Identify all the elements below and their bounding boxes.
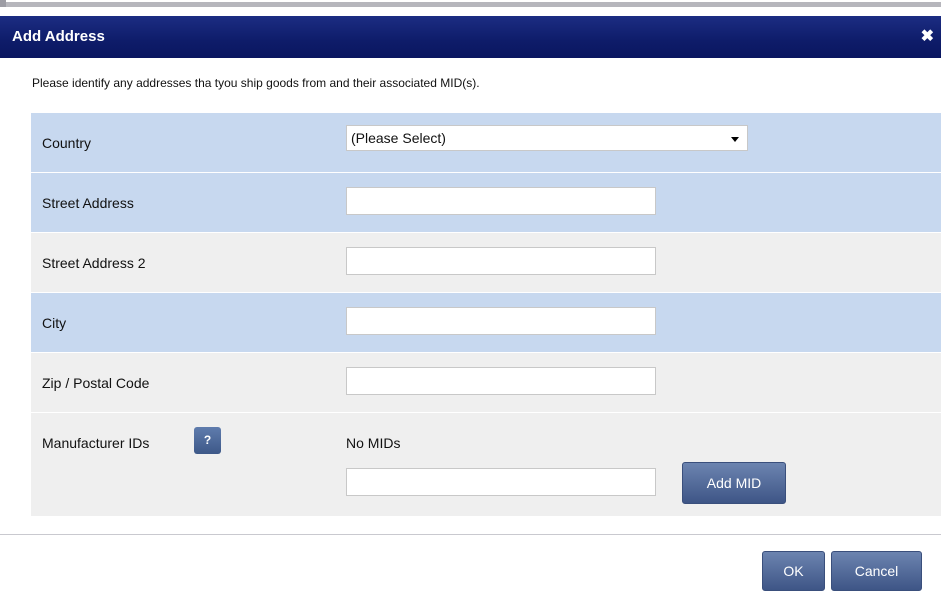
intro-text: Please identify any addresses tha tyou s… — [32, 76, 480, 90]
zip-row: Zip / Postal Code — [31, 353, 941, 413]
cancel-button[interactable]: Cancel — [831, 551, 922, 591]
footer-divider — [0, 534, 941, 535]
street-address-label: Street Address — [42, 195, 134, 211]
top-border-bar — [6, 2, 941, 7]
window-top-edge — [0, 0, 941, 12]
dialog-title-bar: Add Address ✖ — [0, 16, 941, 58]
street-address-2-label: Street Address 2 — [42, 255, 146, 271]
no-mids-text: No MIDs — [346, 435, 401, 451]
manufacturer-ids-label: Manufacturer IDs — [42, 435, 150, 451]
country-label: Country — [42, 135, 92, 151]
dialog-title: Add Address — [12, 28, 105, 45]
add-mid-button[interactable]: Add MID — [682, 462, 786, 504]
mid-input[interactable] — [346, 468, 656, 496]
country-row: Country (Please Select) — [31, 113, 941, 173]
city-input[interactable] — [346, 307, 656, 335]
manufacturer-ids-row: Manufacturer IDs ? No MIDs Add MID — [31, 413, 941, 517]
ok-button[interactable]: OK — [762, 551, 825, 591]
country-selected-value: (Please Select) — [351, 130, 446, 146]
help-icon[interactable]: ? — [194, 427, 221, 454]
street-address-input[interactable] — [346, 187, 656, 215]
country-select[interactable]: (Please Select) — [346, 125, 748, 151]
city-row: City — [31, 293, 941, 353]
zip-label: Zip / Postal Code — [42, 375, 150, 391]
close-icon[interactable]: ✖ — [921, 26, 934, 46]
dropdown-arrow-icon — [731, 137, 739, 142]
street-address-2-row: Street Address 2 — [31, 233, 941, 293]
city-label: City — [42, 315, 67, 331]
street-address-2-input[interactable] — [346, 247, 656, 275]
address-form: Country (Please Select) Street Address S… — [31, 113, 941, 517]
street-address-row: Street Address — [31, 173, 941, 233]
zip-input[interactable] — [346, 367, 656, 395]
